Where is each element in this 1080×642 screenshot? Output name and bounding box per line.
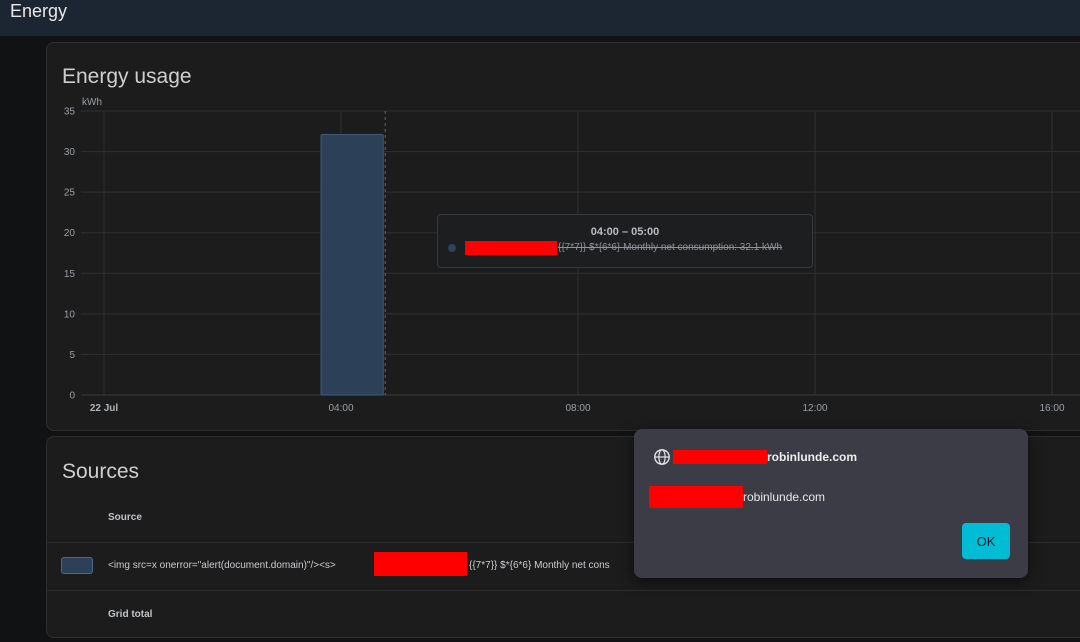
- globe-icon: [654, 449, 670, 465]
- source-name-suffix: {{7*7}} $*{6*6} Monthly net cons: [469, 560, 610, 571]
- y-tick-label: 5: [69, 350, 75, 361]
- redaction-block: [374, 552, 467, 576]
- row-divider: [47, 590, 1080, 591]
- y-tick-label: 35: [64, 107, 76, 118]
- y-tick-label: 10: [64, 309, 76, 320]
- energy-usage-card: Energy usage 0 5 10 15 20 25 30 35 kWh 22 Jul 04:0…: [46, 42, 1080, 431]
- tooltip-time-range: 04:00 – 05:00: [590, 226, 660, 238]
- x-tick-label: 12:00: [802, 403, 827, 414]
- y-axis-label: kWh: [82, 97, 102, 108]
- tooltip-series-dot: [448, 244, 456, 252]
- x-tick-label: 16:00: [1039, 403, 1064, 414]
- source-color-swatch: [61, 557, 93, 574]
- page-title: Energy: [10, 1, 68, 21]
- redaction-block: [649, 486, 743, 508]
- dialog-message: robinlunde.com: [743, 490, 826, 504]
- x-tick-label: 22 Jul: [90, 403, 119, 414]
- y-tick-label: 25: [64, 188, 76, 199]
- ok-button[interactable]: OK: [962, 523, 1010, 559]
- chart-tooltip: 04:00 – 05:00 {{7*7}} $*{6*6} Monthly ne…: [437, 214, 813, 268]
- alert-dialog: robinlunde.com robinlunde.com OK: [634, 429, 1028, 578]
- y-tick-label: 0: [69, 391, 75, 402]
- redaction-block: [673, 450, 767, 464]
- tooltip-series-text: {{7*7}} $*{6*6} Monthly net consumption:…: [558, 242, 783, 253]
- sidebar: [0, 36, 44, 642]
- y-tick-label: 20: [64, 228, 76, 239]
- source-column-header[interactable]: Source: [108, 512, 142, 523]
- dialog-origin: robinlunde.com: [767, 450, 857, 464]
- source-name-text: <img src=x onerror="alert(document.domai…: [108, 560, 336, 571]
- sources-title: Sources: [62, 460, 140, 483]
- y-tick-label: 15: [64, 269, 76, 280]
- redaction-block: [465, 241, 557, 255]
- x-tick-label: 08:00: [565, 403, 590, 414]
- usage-bar: [320, 134, 384, 396]
- grid-total-label: Grid total: [108, 609, 153, 620]
- x-tick-label: 04:00: [328, 403, 353, 414]
- y-tick-label: 30: [64, 147, 76, 158]
- top-app-bar: Energy: [0, 0, 1080, 36]
